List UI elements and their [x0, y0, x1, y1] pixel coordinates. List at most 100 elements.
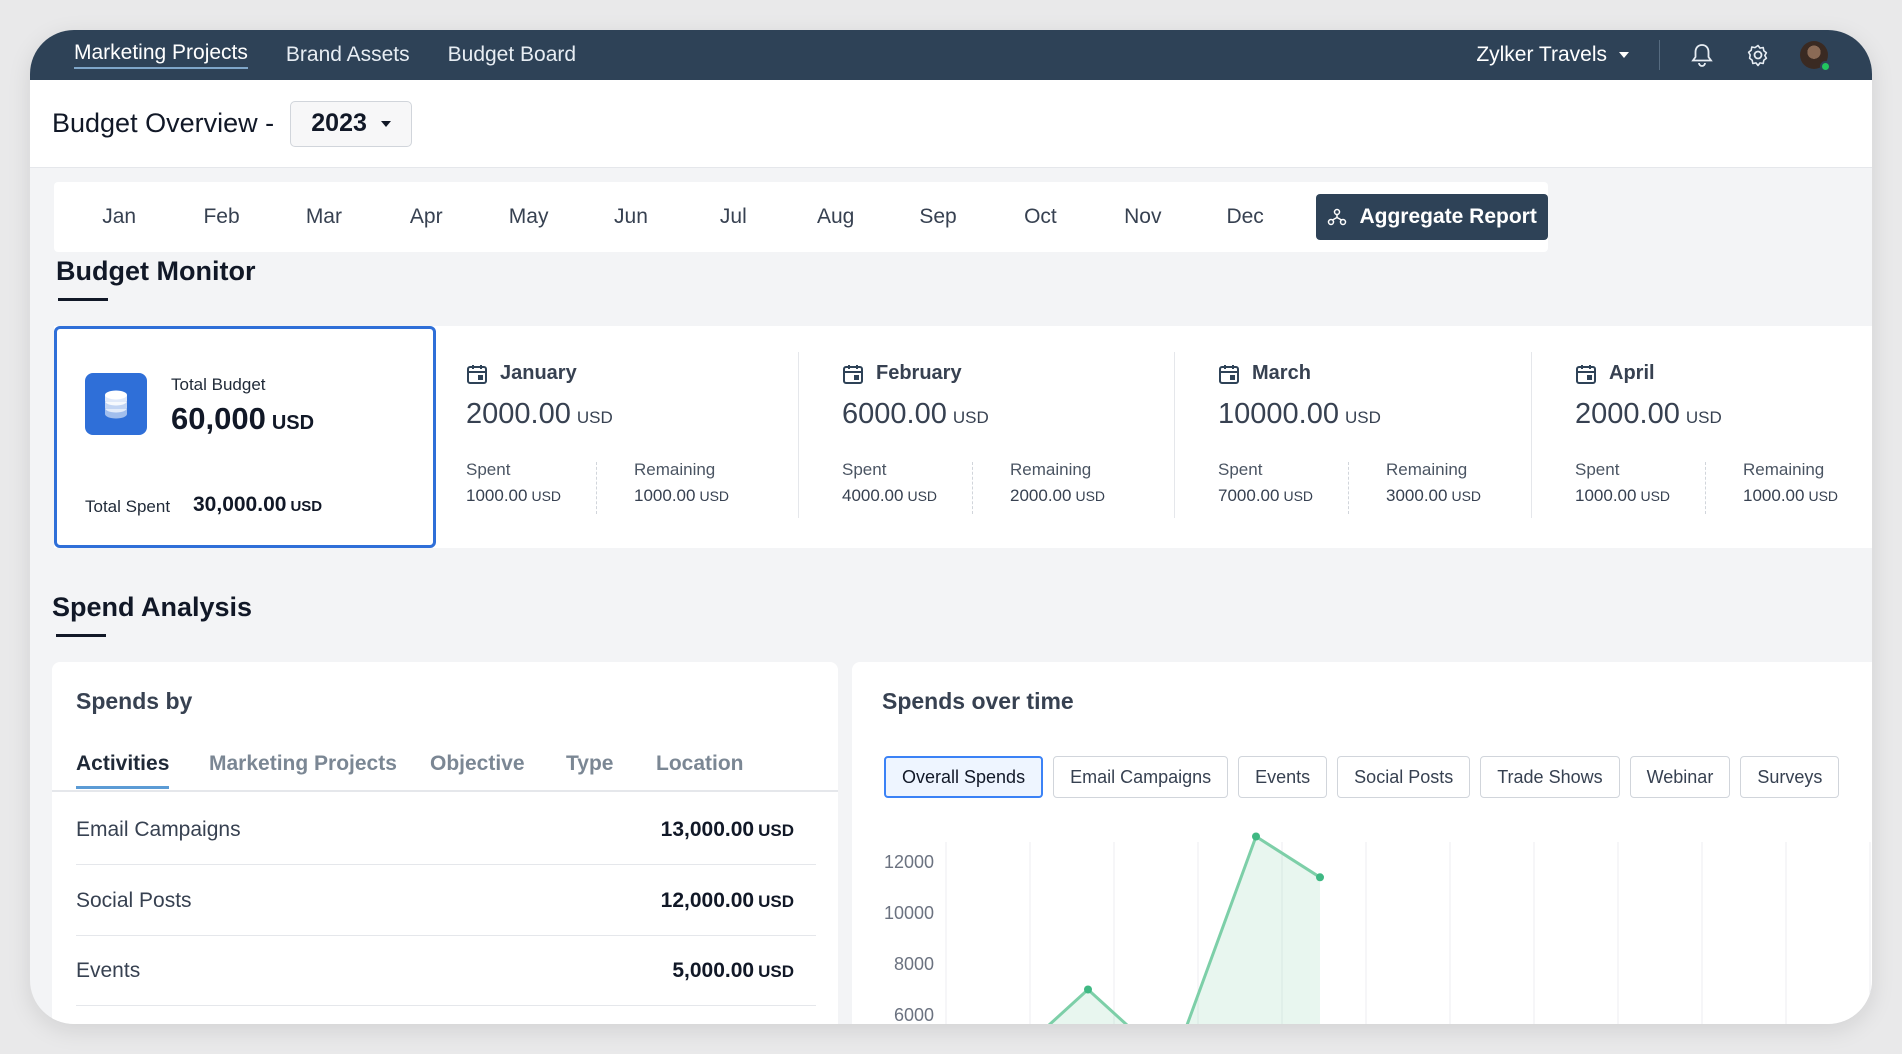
total-spent-amount: 30,000.00 — [193, 493, 287, 516]
month-card-name: April — [1609, 362, 1655, 384]
month-tab-oct[interactable]: Oct — [989, 205, 1091, 229]
spent-value: 1000.00 USD — [466, 486, 561, 506]
data-point[interactable] — [1084, 985, 1092, 994]
currency-unit: USD — [758, 820, 794, 840]
nav-tab-budget-board[interactable]: Budget Board — [448, 43, 576, 67]
total-spent-label: Total Spent — [85, 497, 171, 516]
tab-activities[interactable]: Activities — [76, 752, 170, 789]
chip-events[interactable]: Events — [1238, 756, 1328, 798]
nav-tab-brand-assets[interactable]: Brand Assets — [286, 43, 410, 67]
year-select[interactable]: 2023 — [290, 100, 413, 147]
y-tick-label: 10000 — [884, 903, 934, 923]
month-tab-may[interactable]: May — [477, 205, 579, 229]
activity-amount: 5,000.00 USD — [672, 959, 794, 983]
currency-unit: USD — [952, 408, 989, 427]
top-nav: Marketing Projects Brand Assets Budget B… — [30, 30, 1872, 80]
currency-unit: USD — [1451, 488, 1482, 504]
list-item[interactable]: Social Posts 12,000.00 USD — [76, 866, 816, 936]
month-tab-jun[interactable]: Jun — [580, 205, 682, 229]
activity-amount: 13,000.00 USD — [661, 818, 794, 842]
gear-icon[interactable] — [1744, 41, 1772, 69]
data-point[interactable] — [1252, 832, 1260, 841]
aggregate-report-button[interactable]: Aggregate Report — [1316, 194, 1548, 240]
month-budget-value: 6000.00 USD — [842, 398, 989, 431]
spend-analysis-title: Spend Analysis — [52, 592, 253, 622]
chip-email-campaigns[interactable]: Email Campaigns — [1053, 756, 1229, 798]
month-budget-amount: 10000.00 — [1218, 398, 1339, 430]
chip-trade-shows[interactable]: Trade Shows — [1480, 756, 1620, 798]
org-switcher[interactable]: Zylker Travels — [1476, 43, 1629, 67]
section-underline — [58, 298, 108, 301]
month-tab-jul[interactable]: Jul — [682, 205, 784, 229]
total-budget-value: 60,000 USD — [171, 401, 314, 437]
currency-unit: USD — [290, 498, 323, 515]
spent-value: 7000.00 USD — [1218, 486, 1313, 506]
spends-by-tabs: Activities Marketing Projects Objective … — [52, 752, 838, 792]
month-tab-aug[interactable]: Aug — [785, 205, 887, 229]
currency-unit: USD — [1640, 488, 1671, 504]
org-name: Zylker Travels — [1476, 43, 1607, 66]
online-status-dot — [1820, 61, 1831, 72]
total-budget-card[interactable]: Total Budget 60,000 USD Total Spent 30,00… — [54, 326, 436, 548]
divider — [1659, 40, 1660, 70]
coins-icon — [85, 373, 147, 435]
tab-location[interactable]: Location — [656, 752, 744, 786]
activity-name: Events — [76, 958, 141, 982]
remaining-label: Remaining — [1010, 460, 1092, 479]
month-tab-dec[interactable]: Dec — [1194, 205, 1296, 229]
month-tab-sep[interactable]: Sep — [887, 205, 989, 229]
currency-unit: USD — [1808, 488, 1839, 504]
spends-by-title: Spends by — [76, 688, 193, 714]
dashed-divider — [1348, 462, 1349, 514]
series-area — [1050, 836, 1320, 1024]
amount-value: 12,000.00 — [660, 888, 755, 912]
data-point[interactable] — [1316, 873, 1324, 882]
month-card-header: February — [842, 362, 962, 385]
spends-over-time-panel: Spends over time Overall Spends Email Ca… — [852, 662, 1872, 1024]
chip-webinar[interactable]: Webinar — [1629, 756, 1731, 798]
month-tab-feb[interactable]: Feb — [170, 205, 272, 229]
spent-value: 1000.00 USD — [1575, 486, 1670, 506]
spends-over-time-title: Spends over time — [882, 688, 1074, 714]
month-tab-nov[interactable]: Nov — [1092, 205, 1194, 229]
calendar-icon — [467, 364, 487, 384]
list-item[interactable]: Email Campaigns 13,000.00 USD — [76, 795, 816, 865]
spends-over-time-chart: 12000 10000 8000 6000 — [884, 832, 1871, 1024]
remaining-amount: 2000.00 — [1010, 486, 1072, 505]
month-card-name: March — [1252, 362, 1311, 384]
tab-objective[interactable]: Objective — [430, 752, 525, 786]
list-item[interactable]: Events 5,000.00 USD — [76, 936, 816, 1006]
dashed-divider — [596, 462, 597, 514]
remaining-amount: 1000.00 — [634, 486, 696, 505]
calendar-icon — [843, 364, 863, 384]
total-spent-value: 30,000.00 USD — [193, 493, 322, 517]
spent-amount: 4000.00 — [842, 486, 904, 505]
y-tick-label: 6000 — [894, 1005, 934, 1024]
chip-social-posts[interactable]: Social Posts — [1337, 756, 1471, 798]
month-card-name: January — [500, 362, 577, 384]
total-budget-amount: 60,000 — [171, 401, 266, 436]
currency-unit: USD — [531, 488, 562, 504]
topbar-right: Zylker Travels — [1476, 40, 1831, 72]
tab-marketing-projects[interactable]: Marketing Projects — [209, 752, 397, 786]
spend-filter-chips: Overall Spends Email Campaigns Events So… — [884, 756, 1840, 798]
spent-amount: 1000.00 — [466, 486, 528, 505]
bell-icon[interactable] — [1688, 41, 1716, 69]
chip-surveys[interactable]: Surveys — [1740, 756, 1840, 798]
spent-label: Spent — [1218, 460, 1263, 479]
chip-overall-spends[interactable]: Overall Spends — [884, 756, 1044, 798]
y-tick-label: 12000 — [884, 852, 934, 872]
spent-label: Spent — [1575, 460, 1620, 479]
avatar[interactable] — [1800, 41, 1831, 72]
month-tab-jan[interactable]: Jan — [68, 205, 170, 229]
month-budget-value: 2000.00 USD — [1575, 398, 1722, 431]
spends-by-panel: Spends by Activities Marketing Projects … — [52, 662, 838, 1024]
nav-tab-marketing-projects[interactable]: Marketing Projects — [74, 41, 248, 69]
app-window: Marketing Projects Brand Assets Budget B… — [30, 30, 1872, 1024]
spent-label: Spent — [466, 460, 511, 479]
spent-label: Spent — [842, 460, 887, 479]
month-tab-apr[interactable]: Apr — [375, 205, 477, 229]
currency-unit: USD — [907, 488, 938, 504]
tab-type[interactable]: Type — [566, 752, 613, 786]
month-tab-mar[interactable]: Mar — [273, 205, 375, 229]
